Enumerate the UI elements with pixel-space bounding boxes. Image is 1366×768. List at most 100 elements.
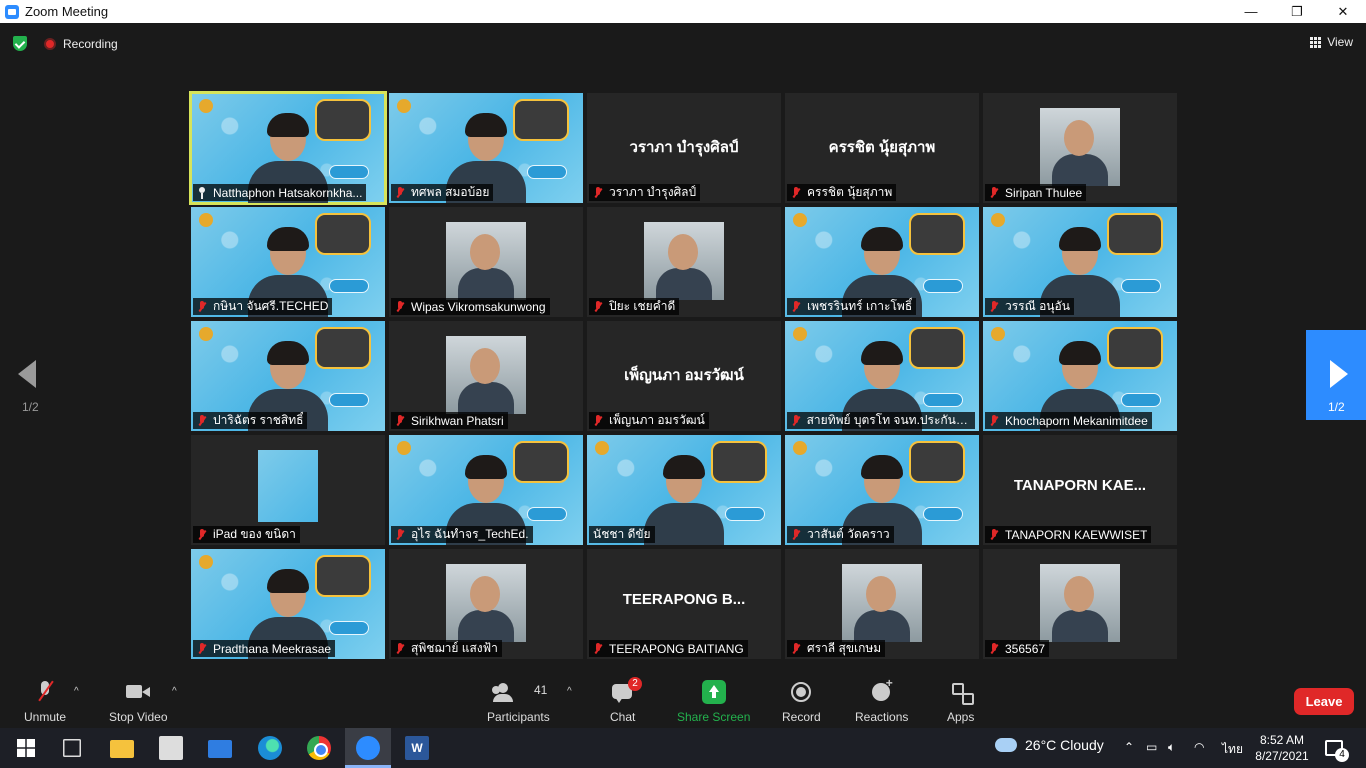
apps-icon <box>949 680 974 705</box>
school-logo-icon <box>991 327 1005 341</box>
unmute-label: Unmute <box>24 710 67 724</box>
battery-icon[interactable]: ▭ <box>1146 740 1157 754</box>
participant-tile[interactable]: Khochaporn Mekanimitdee <box>983 321 1177 431</box>
participant-tile[interactable]: กษินา จันศรี.TECHED <box>191 207 385 317</box>
chevron-up-icon[interactable]: ⌃ <box>1124 740 1134 754</box>
record-button[interactable]: Record <box>782 680 821 724</box>
edge-browser-icon[interactable] <box>258 736 282 760</box>
participant-tile[interactable]: วราภา บำรุงศิลป์ วราภา บำรุงศิลป์ <box>587 93 781 203</box>
participant-tile[interactable]: 356567 <box>983 549 1177 659</box>
reactions-button[interactable]: Reactions <box>855 676 909 724</box>
previous-page-button[interactable]: 1/2 <box>0 330 60 420</box>
participant-tile[interactable]: นัชชา ดีขัย <box>587 435 781 545</box>
view-button[interactable]: View <box>1310 35 1353 49</box>
view-label: View <box>1327 35 1353 49</box>
participant-tile[interactable]: อุไร ฉันทำจร_TechEd. <box>389 435 583 545</box>
participant-tile[interactable]: เพชรรินทร์ เกาะโพธิ์ <box>785 207 979 317</box>
profile-picture <box>1040 564 1120 642</box>
participant-name: สายทิพย์ บุตรโท จนท.ประกัน คอ. <box>806 413 971 427</box>
security-shield-icon[interactable] <box>13 36 27 51</box>
volume-icon[interactable]: 🔈︎ <box>1168 740 1175 755</box>
participant-name-label: ทศพล สมอบ้อย <box>391 184 494 201</box>
participant-tile[interactable]: ครรชิต นุ้ยสุภาพ ครรชิต นุ้ยสุภาพ <box>785 93 979 203</box>
online-banner-graphic <box>923 279 963 293</box>
leave-button[interactable]: Leave <box>1294 688 1354 715</box>
muted-mic-icon <box>989 642 999 655</box>
chrome-browser-icon[interactable] <box>307 736 331 760</box>
online-banner-graphic <box>329 279 369 293</box>
participant-tile[interactable]: iPad ของ ขนิดา <box>191 435 385 545</box>
participant-name: เพชรรินทร์ เกาะโพธิ์ <box>807 299 913 313</box>
participant-tile[interactable]: Wipas Vikromsakunwong <box>389 207 583 317</box>
chevron-left-icon <box>18 360 36 388</box>
audio-options-caret[interactable]: ^ <box>74 686 79 697</box>
muted-mic-icon <box>791 300 801 313</box>
wifi-icon[interactable]: ◠ <box>1194 740 1204 754</box>
participant-tile[interactable]: วรรณี อนุอัน <box>983 207 1177 317</box>
participant-tile[interactable]: TEERAPONG B... TEERAPONG BAITIANG <box>587 549 781 659</box>
restore-button[interactable]: ❐ <box>1274 0 1320 23</box>
chat-unread-badge: 2 <box>628 677 642 691</box>
participant-tile[interactable]: สุพิชฌาย์ แสงฟ้า <box>389 549 583 659</box>
school-logo-icon <box>199 327 213 341</box>
minimize-button[interactable]: — <box>1228 0 1274 23</box>
participant-tile[interactable]: ทศพล สมอบ้อย <box>389 93 583 203</box>
participant-name: Natthaphon Hatsakornkha... <box>213 185 363 200</box>
task-view-icon[interactable] <box>63 739 81 757</box>
muted-mic-icon <box>395 642 405 655</box>
participant-name-label: Khochaporn Mekanimitdee <box>985 412 1152 429</box>
participant-display-name: ครรชิต นุ้ยสุภาพ <box>828 139 936 156</box>
profile-picture <box>1040 108 1120 186</box>
close-button[interactable]: ✕ <box>1320 0 1366 23</box>
participant-tile[interactable]: Siripan Thulee <box>983 93 1177 203</box>
weather-widget[interactable]: 26°C Cloudy <box>995 737 1104 753</box>
participants-label: Participants <box>487 710 550 724</box>
stop-video-button[interactable]: Stop Video <box>109 680 168 724</box>
recording-indicator[interactable]: Recording <box>44 37 118 51</box>
participant-tile[interactable]: TANAPORN KAE... TANAPORN KAEWWISET <box>983 435 1177 545</box>
participant-name: iPad ของ ขนิดา <box>213 527 296 541</box>
apps-label: Apps <box>947 710 975 724</box>
word-app-icon[interactable]: W <box>405 736 429 760</box>
participants-options-caret[interactable]: ^ <box>567 686 572 697</box>
school-logo-icon <box>397 441 411 455</box>
zoom-app-icon[interactable] <box>356 736 380 760</box>
online-banner-graphic <box>329 165 369 179</box>
participant-name-label: เพ็ญนภา อมรวัฒน์ <box>589 412 709 429</box>
reactions-label: Reactions <box>855 710 909 724</box>
participant-name-label: iPad ของ ขนิดา <box>193 526 300 543</box>
file-explorer-icon[interactable] <box>110 740 134 758</box>
participant-tile[interactable]: เพ็ญนภา อมรวัฒน์ เพ็ญนภา อมรวัฒน์ <box>587 321 781 431</box>
unmute-button[interactable]: Unmute <box>24 680 66 724</box>
participant-tile[interactable]: ศราลี สุขเกษม <box>785 549 979 659</box>
apps-button[interactable]: Apps <box>947 680 974 724</box>
microsoft-store-icon[interactable] <box>159 736 183 760</box>
participant-name-label: กษินา จันศรี.TECHED <box>193 298 333 315</box>
participant-name-label: TANAPORN KAEWWISET <box>985 526 1152 543</box>
participant-tile[interactable]: ปิยะ เชยคำดี <box>587 207 781 317</box>
participant-tile[interactable]: สายทิพย์ บุตรโท จนท.ประกัน คอ. <box>785 321 979 431</box>
share-screen-button[interactable]: Share Screen <box>677 680 750 724</box>
participant-name: ปิยะ เชยคำดี <box>609 299 676 313</box>
windows-start-icon[interactable] <box>17 739 35 757</box>
input-language[interactable]: ไทย <box>1222 740 1243 759</box>
participant-name: สุพิชฌาย์ แสงฟ้า <box>411 641 498 655</box>
participant-name: Sirikhwan Phatsri <box>411 413 504 428</box>
participant-name-label: วรรณี อนุอัน <box>985 298 1074 315</box>
notification-center-icon[interactable]: 4 <box>1325 740 1349 762</box>
video-camera-icon <box>126 680 151 704</box>
video-options-caret[interactable]: ^ <box>172 686 177 697</box>
mail-icon[interactable] <box>208 740 232 758</box>
participant-tile[interactable]: ปาริฉัตร ราชสิทธิ์ <box>191 321 385 431</box>
muted-mic-icon <box>395 414 405 427</box>
participant-tile[interactable]: วาสันต์ วัดคราว <box>785 435 979 545</box>
muted-mic-icon <box>395 186 405 199</box>
participant-tile[interactable]: Natthaphon Hatsakornkha... <box>189 91 387 205</box>
online-banner-graphic <box>527 165 567 179</box>
next-page-button[interactable]: 1/2 <box>1306 330 1366 420</box>
system-clock[interactable]: 8:52 AM 8/27/2021 <box>1252 732 1312 764</box>
page-indicator-left: 1/2 <box>22 400 39 414</box>
participant-tile[interactable]: Sirikhwan Phatsri <box>389 321 583 431</box>
participant-name-label: Wipas Vikromsakunwong <box>391 298 550 315</box>
participant-tile[interactable]: Pradthana Meekrasae <box>191 549 385 659</box>
